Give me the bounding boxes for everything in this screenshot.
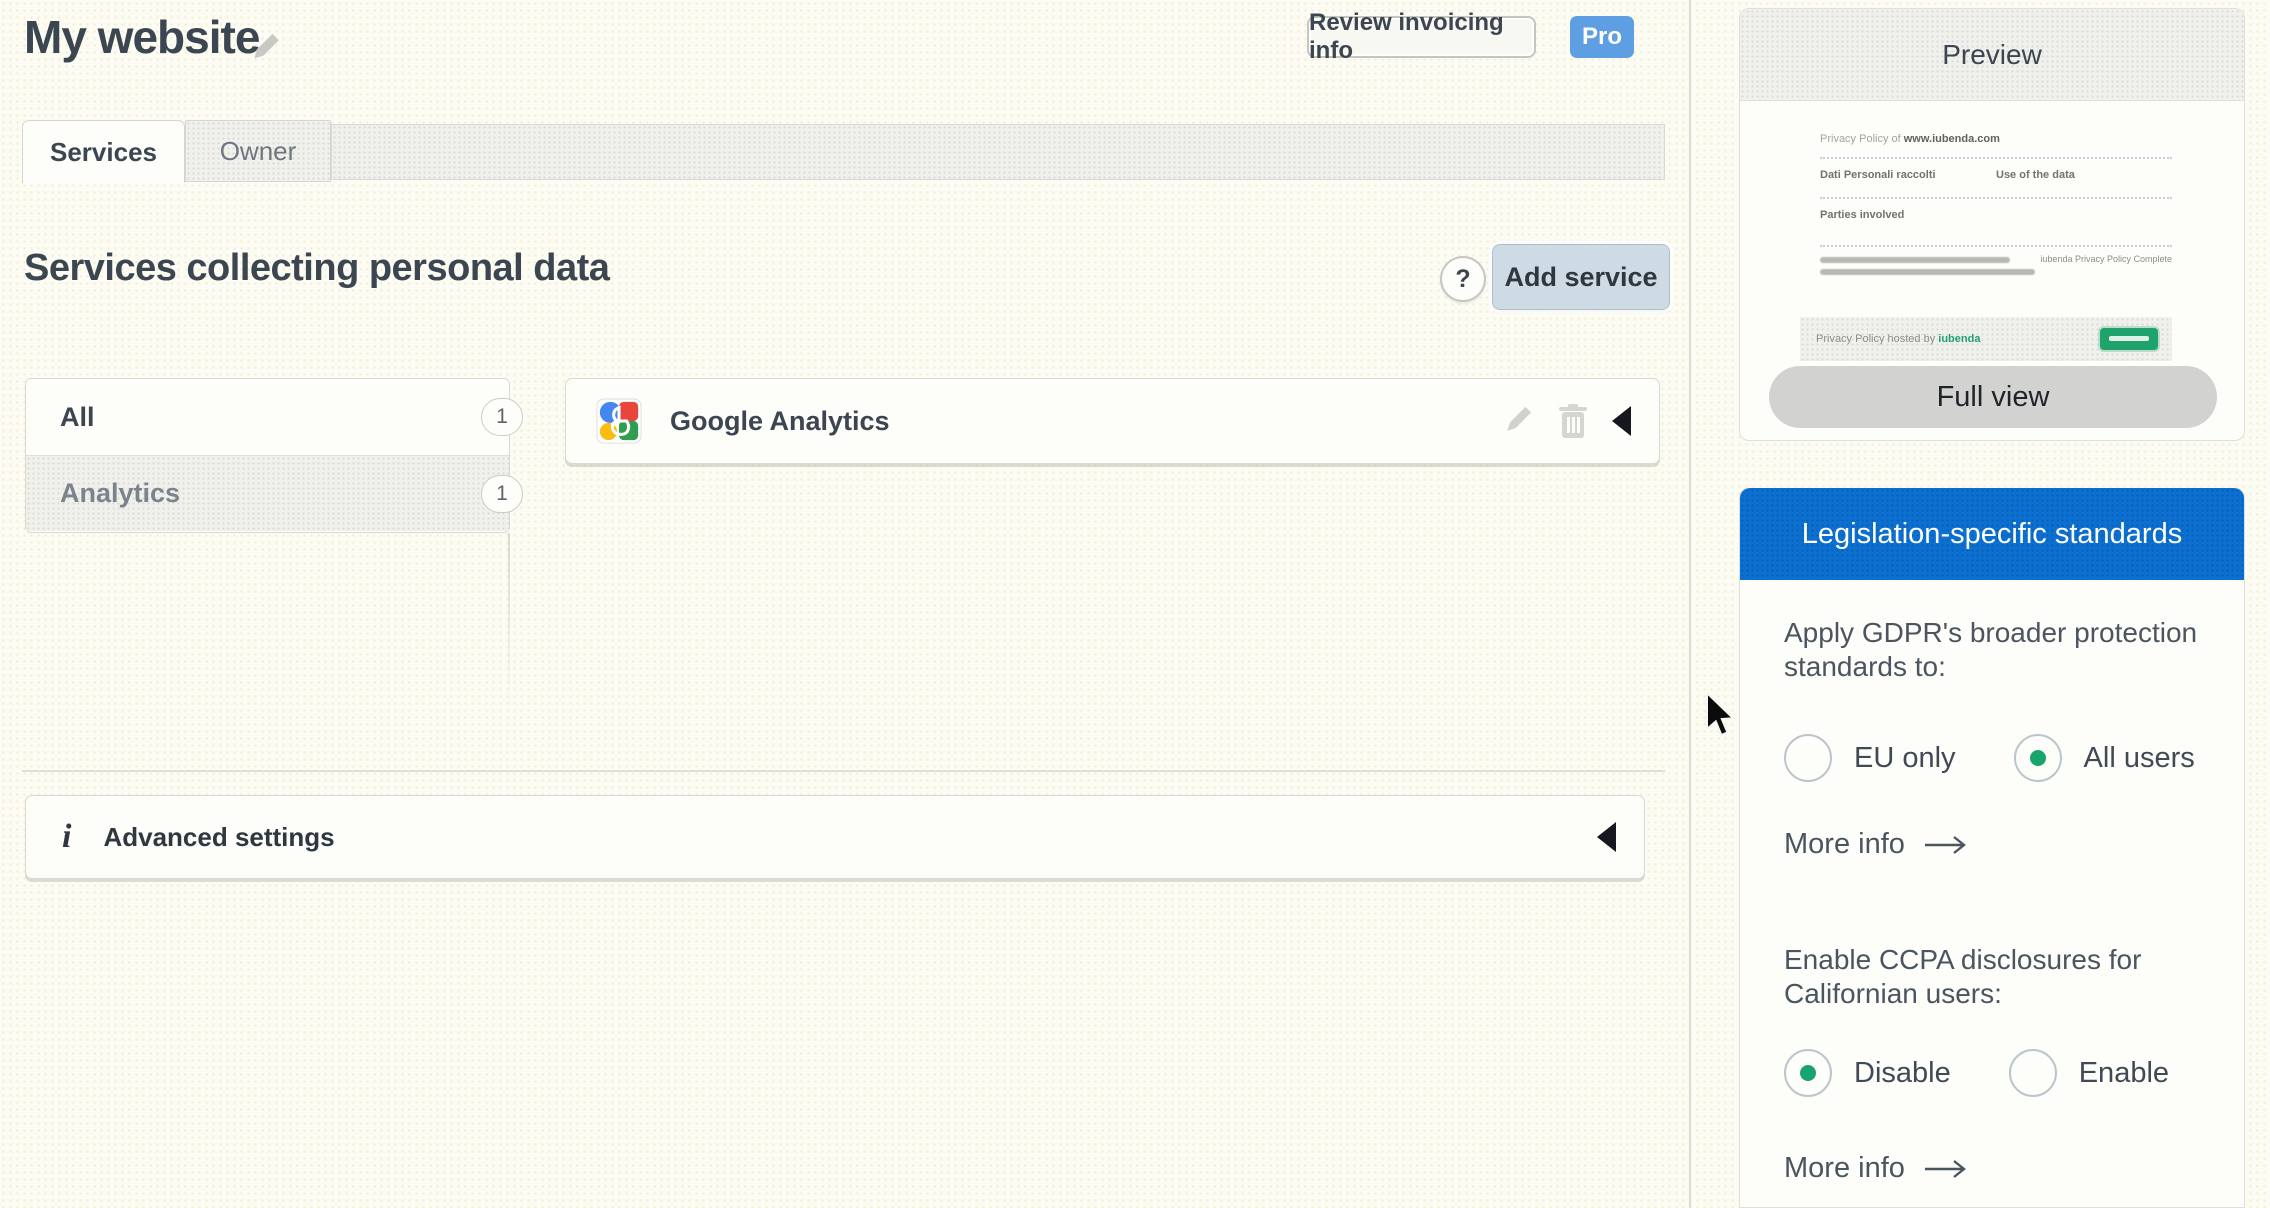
radio-eu-only[interactable] [1784,734,1832,782]
preview-divider [1820,197,2172,199]
radio-eu-only-label[interactable]: EU only [1854,742,1956,775]
preview-right-note: iubenda Privacy Policy Complete [2040,254,2172,264]
legislation-standards-panel: Legislation-specific standards Apply GDP… [1739,488,2245,1208]
edit-title-pencil-icon[interactable] [244,28,284,73]
full-view-button[interactable]: Full view [1769,366,2217,428]
filter-label: All [60,402,95,433]
list-column-divider [508,533,510,718]
radio-enable[interactable] [2009,1049,2057,1097]
gdpr-radio-group: EU only All users [1784,734,2195,782]
add-service-button[interactable]: Add service [1492,244,1670,310]
service-filter-list: All 1 Analytics 1 [25,378,510,533]
edit-service-pencil-icon[interactable] [1500,402,1534,440]
radio-all-users[interactable] [2014,734,2062,782]
more-info-label: More info [1784,1152,1905,1185]
arrow-right-icon [1923,1159,1969,1179]
section-divider [22,770,1665,772]
content-sidebar-divider [1689,0,1691,1208]
app-page: My website Review invoicing info Pro Ser… [0,0,2270,1208]
filter-item-analytics[interactable]: Analytics 1 [26,455,509,531]
preview-doc-footer: Privacy Policy hosted by iubenda [1800,317,2172,361]
count-badge: 1 [481,398,523,436]
advanced-settings-bar[interactable]: i Advanced settings [25,795,1645,879]
review-invoicing-button[interactable]: Review invoicing info [1307,16,1536,58]
radio-all-users-label[interactable]: All users [2084,742,2195,775]
more-info-label: More info [1784,828,1905,861]
preview-doc-title: Privacy Policy of www.iubenda.com [1820,133,2000,145]
advanced-settings-label: Advanced settings [103,822,1597,853]
filter-label: Analytics [60,478,180,509]
gdpr-more-info-link[interactable]: More info [1784,828,1969,861]
count-badge: 1 [481,475,523,513]
preview-col-left: Dati Personali raccolti [1820,169,1936,181]
preview-green-button[interactable] [2100,328,2158,350]
delete-service-trash-icon[interactable] [1556,402,1590,440]
tab-strip-filler [331,124,1665,180]
radio-disable-label[interactable]: Disable [1854,1057,1951,1090]
tab-owner[interactable]: Owner [185,120,331,182]
service-name: Google Analytics [670,406,1500,437]
legislation-standards-title: Legislation-specific standards [1740,488,2244,580]
preview-text-bar [1820,269,2035,275]
service-row-google-analytics[interactable]: Google Analytics [565,378,1660,464]
tab-services[interactable]: Services [22,120,185,183]
section-heading: Services collecting personal data [24,247,609,290]
preview-divider [1820,157,2172,159]
collapse-service-arrow-icon[interactable] [1612,406,1631,436]
preview-row2: Parties involved [1820,209,1904,221]
filter-item-all[interactable]: All 1 [26,379,509,455]
preview-panel: Preview Privacy Policy of www.iubenda.co… [1739,8,2245,441]
help-icon[interactable]: ? [1440,256,1486,302]
preview-text-bar [1820,257,2010,263]
collapse-advanced-arrow-icon[interactable] [1597,822,1616,852]
info-icon: i [62,818,71,856]
gdpr-question: Apply GDPR's broader protection standard… [1784,616,2204,684]
preview-panel-title: Preview [1740,9,2244,101]
preview-divider [1820,245,2172,247]
radio-enable-label[interactable]: Enable [2079,1057,2169,1090]
radio-disable[interactable] [1784,1049,1832,1097]
ccpa-radio-group: Disable Enable [1784,1049,2169,1097]
page-title: My website [24,10,259,64]
ccpa-question: Enable CCPA disclosures for Californian … [1784,943,2204,1011]
preview-col-right: Use of the data [1996,169,2075,181]
tab-bar: Services Owner [22,120,1665,182]
google-analytics-icon [596,398,642,444]
arrow-right-icon [1923,835,1969,855]
pro-plan-badge: Pro [1570,16,1634,58]
ccpa-more-info-link[interactable]: More info [1784,1152,1969,1185]
